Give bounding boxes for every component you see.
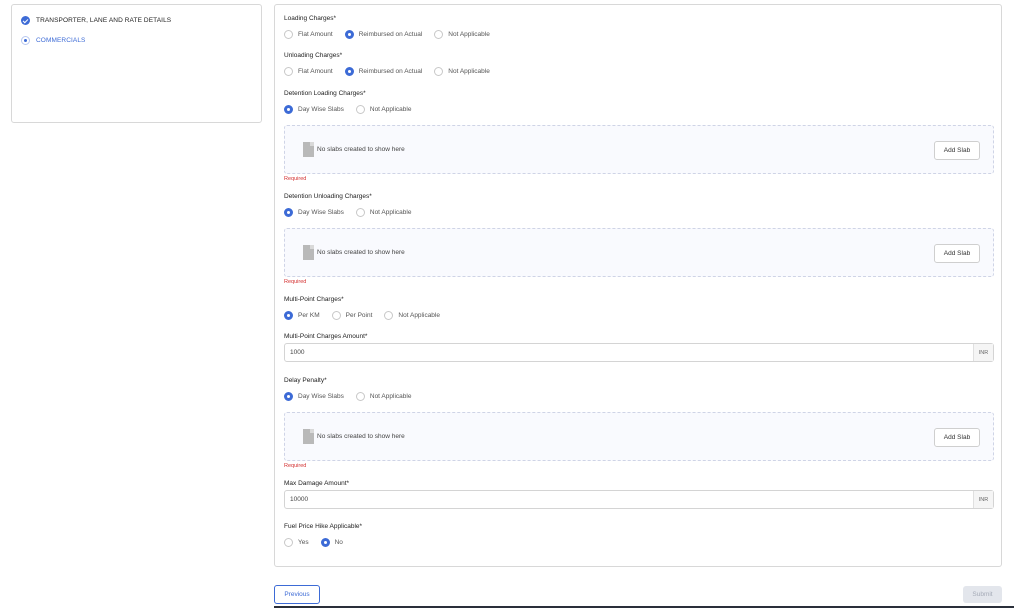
required-error: Required bbox=[284, 463, 307, 469]
radio-yes[interactable]: Yes bbox=[284, 537, 309, 547]
radio-not-applicable[interactable]: Not Applicable bbox=[355, 104, 411, 114]
commercials-form: Loading Charges* Flat Amount Reimbursed … bbox=[274, 4, 1002, 567]
document-icon bbox=[303, 429, 314, 444]
radio-circle-selected bbox=[284, 104, 293, 114]
radio-circle bbox=[355, 207, 365, 217]
unloading-charges-label: Unloading Charges* bbox=[284, 52, 343, 59]
step-label: TRANSPORTER, LANE AND RATE DETAILS bbox=[36, 17, 172, 24]
multi-point-amount-label: Multi-Point Charges Amount* bbox=[284, 333, 368, 340]
detention-unloading-slab-box: No slabs created to show here Add Slab bbox=[284, 228, 994, 277]
empty-slabs-text: No slabs created to show here bbox=[317, 146, 405, 153]
previous-button[interactable]: Previous bbox=[274, 585, 320, 604]
radio-reimbursed-on-actual[interactable]: Reimbursed on Actual bbox=[344, 29, 422, 39]
empty-slabs-text: No slabs created to show here bbox=[317, 249, 405, 256]
check-circle-icon bbox=[21, 16, 30, 25]
empty-slabs-text: No slabs created to show here bbox=[317, 433, 405, 440]
loading-charges-label: Loading Charges* bbox=[284, 15, 337, 22]
radio-circle bbox=[284, 537, 293, 547]
radio-not-applicable[interactable]: Not Applicable bbox=[434, 29, 490, 39]
radio-per-km[interactable]: Per KM bbox=[284, 310, 320, 320]
multi-point-amount-input[interactable] bbox=[285, 344, 973, 361]
radio-circle bbox=[284, 66, 293, 76]
radio-per-point[interactable]: Per Point bbox=[331, 310, 372, 320]
add-slab-button[interactable]: Add Slab bbox=[934, 428, 980, 447]
add-slab-button[interactable]: Add Slab bbox=[934, 141, 980, 160]
delay-penalty-radio-group: Day Wise Slabs Not Applicable bbox=[284, 391, 423, 401]
radio-circle-selected bbox=[344, 66, 354, 76]
multi-point-amount-field: INR bbox=[284, 343, 994, 362]
radio-day-wise-slabs[interactable]: Day Wise Slabs bbox=[284, 207, 344, 217]
radio-circle bbox=[384, 310, 394, 320]
radio-not-applicable[interactable]: Not Applicable bbox=[434, 66, 490, 76]
submit-button[interactable]: Submit bbox=[963, 586, 1002, 603]
currency-suffix: INR bbox=[973, 491, 993, 508]
max-damage-label: Max Damage Amount* bbox=[284, 480, 350, 487]
step-label: COMMERCIALS bbox=[36, 37, 86, 44]
radio-circle-selected bbox=[284, 310, 293, 320]
radio-no[interactable]: No bbox=[320, 537, 343, 547]
active-step-icon bbox=[21, 36, 30, 45]
unloading-charges-radio-group: Flat Amount Reimbursed on Actual Not App… bbox=[284, 66, 502, 76]
add-slab-button[interactable]: Add Slab bbox=[934, 244, 980, 263]
currency-suffix: INR bbox=[973, 344, 993, 361]
radio-circle-selected bbox=[320, 537, 330, 547]
radio-circle-selected bbox=[344, 29, 354, 39]
radio-circle bbox=[355, 104, 365, 114]
radio-not-applicable[interactable]: Not Applicable bbox=[355, 207, 411, 217]
radio-circle-selected bbox=[284, 207, 293, 217]
detention-unloading-label: Detention Unloading Charges* bbox=[284, 193, 372, 200]
radio-circle bbox=[434, 29, 444, 39]
detention-loading-slab-box: No slabs created to show here Add Slab bbox=[284, 125, 994, 174]
radio-not-applicable[interactable]: Not Applicable bbox=[355, 391, 411, 401]
required-error: Required bbox=[284, 176, 307, 182]
radio-day-wise-slabs[interactable]: Day Wise Slabs bbox=[284, 391, 344, 401]
detention-loading-radio-group: Day Wise Slabs Not Applicable bbox=[284, 104, 423, 114]
step-commercials[interactable]: COMMERCIALS bbox=[21, 36, 86, 45]
document-icon bbox=[303, 245, 314, 260]
fuel-hike-label: Fuel Price Hike Applicable* bbox=[284, 523, 363, 530]
radio-circle bbox=[355, 391, 365, 401]
radio-not-applicable[interactable]: Not Applicable bbox=[384, 310, 440, 320]
radio-flat-amount[interactable]: Flat Amount bbox=[284, 29, 333, 39]
delay-penalty-slab-box: No slabs created to show here Add Slab bbox=[284, 412, 994, 461]
step-transporter-details[interactable]: TRANSPORTER, LANE AND RATE DETAILS bbox=[21, 16, 171, 25]
document-icon bbox=[303, 142, 314, 157]
radio-circle bbox=[284, 29, 293, 39]
radio-circle-selected bbox=[284, 391, 293, 401]
radio-flat-amount[interactable]: Flat Amount bbox=[284, 66, 333, 76]
radio-circle bbox=[331, 310, 341, 320]
multi-point-radio-group: Per KM Per Point Not Applicable bbox=[284, 310, 452, 320]
radio-circle bbox=[434, 66, 444, 76]
max-damage-field: INR bbox=[284, 490, 994, 509]
stepper-panel: TRANSPORTER, LANE AND RATE DETAILS COMME… bbox=[11, 4, 262, 123]
radio-day-wise-slabs[interactable]: Day Wise Slabs bbox=[284, 104, 344, 114]
max-damage-input[interactable] bbox=[285, 491, 973, 508]
required-error: Required bbox=[284, 279, 307, 285]
detention-unloading-radio-group: Day Wise Slabs Not Applicable bbox=[284, 207, 423, 217]
loading-charges-radio-group: Flat Amount Reimbursed on Actual Not App… bbox=[284, 29, 502, 39]
fuel-hike-radio-group: Yes No bbox=[284, 537, 355, 547]
radio-reimbursed-on-actual[interactable]: Reimbursed on Actual bbox=[344, 66, 422, 76]
detention-loading-label: Detention Loading Charges* bbox=[284, 90, 366, 97]
multi-point-label: Multi-Point Charges* bbox=[284, 296, 344, 303]
delay-penalty-label: Delay Penalty* bbox=[284, 377, 327, 384]
